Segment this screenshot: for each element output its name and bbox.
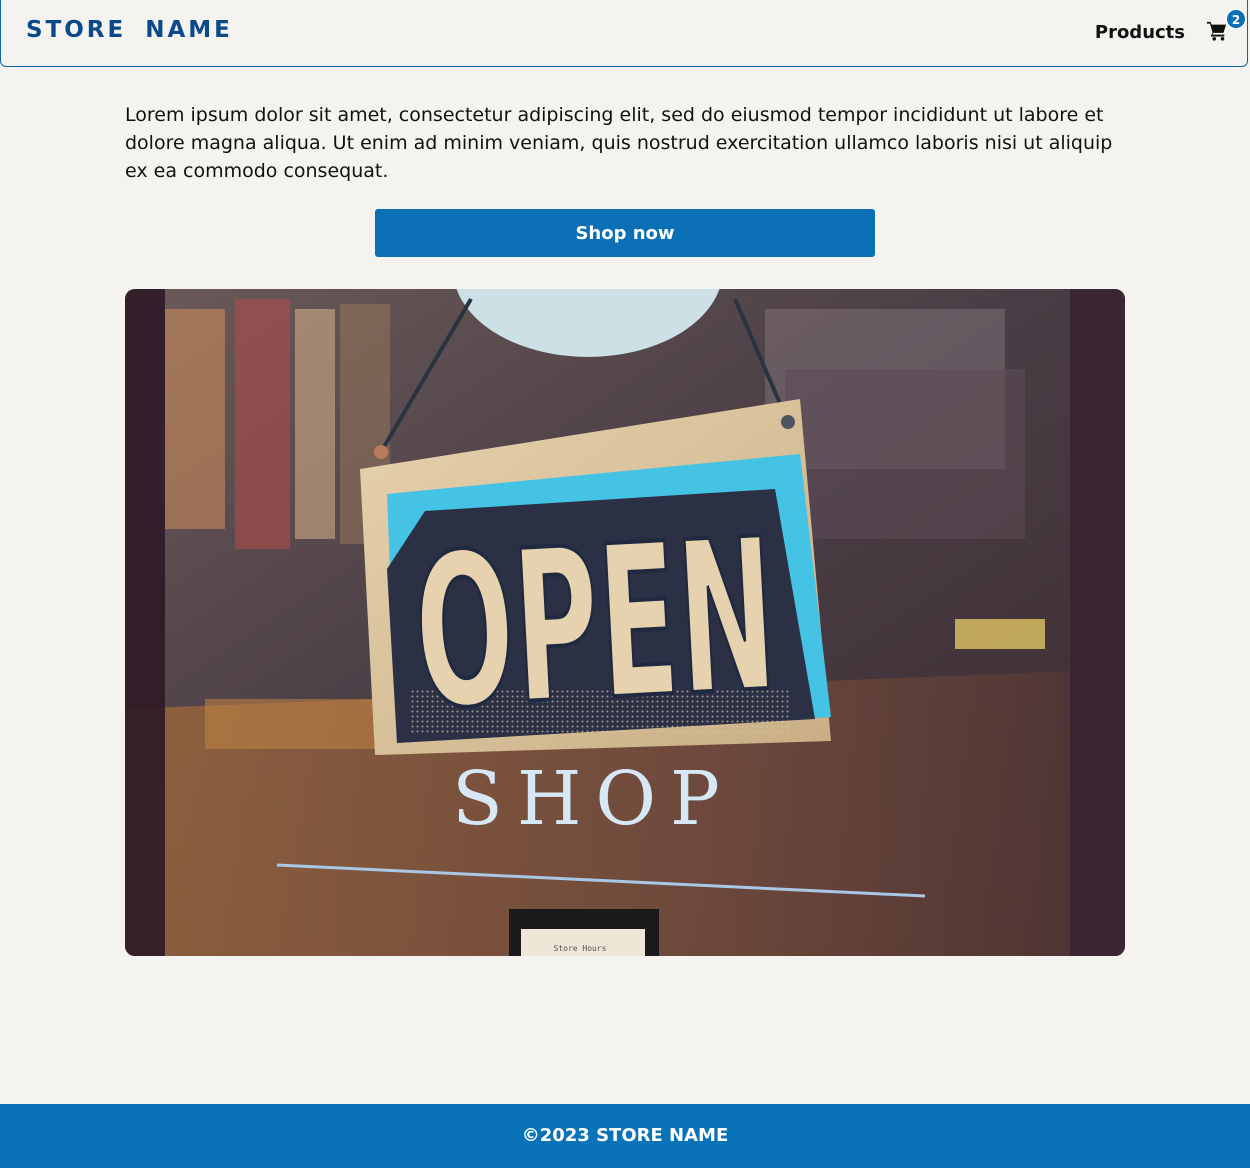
cart-count-badge: 2 (1226, 9, 1246, 29)
site-footer: ©2023 STORE NAME (0, 1104, 1250, 1168)
shop-now-button[interactable]: Shop now (375, 209, 875, 257)
store-logo[interactable]: STORE NAME (26, 17, 233, 43)
shopping-cart-icon[interactable] (1206, 20, 1228, 42)
intro-text: Lorem ipsum dolor sit amet, consectetur … (125, 104, 1113, 182)
store-hours-note: Store Hours (554, 944, 607, 953)
sign-open-text: OPEN (409, 493, 781, 757)
footer-copyright: ©2023 STORE NAME (521, 1125, 729, 1146)
hero-image: OPEN SHOP Store Hours (125, 289, 1125, 956)
nav-products-link[interactable]: Products (1095, 22, 1185, 43)
site-header: STORE NAME Products (0, 0, 1248, 67)
window-shop-text: SHOP (452, 756, 734, 842)
